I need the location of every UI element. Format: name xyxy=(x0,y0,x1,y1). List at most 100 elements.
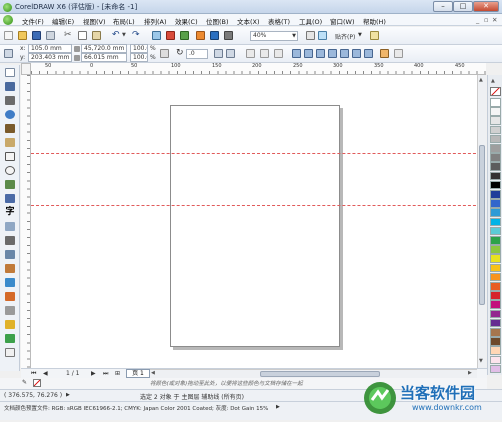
color-swatch[interactable] xyxy=(490,309,501,319)
prev-page-icon[interactable]: ◀ xyxy=(43,370,48,377)
color-profile-text[interactable]: 文档颜色预置文件: RGB: sRGB IEC61966-2.1; CMYK: … xyxy=(4,404,268,412)
zoom-level-field[interactable]: 40% ▼ xyxy=(250,31,298,41)
save-icon[interactable] xyxy=(32,31,41,40)
doc-minimize-button[interactable]: _ xyxy=(476,16,479,24)
crop-tool-icon[interactable] xyxy=(5,96,15,105)
mirror-vertical-icon[interactable] xyxy=(226,49,235,58)
front-minus-back-icon[interactable] xyxy=(340,49,349,58)
color-swatch[interactable] xyxy=(490,245,501,254)
snap-dropdown-arrow-icon[interactable]: ▼ xyxy=(358,32,362,38)
ungroup-icon[interactable] xyxy=(260,49,269,58)
menu-effects[interactable]: 效果(C) xyxy=(175,16,198,26)
color-swatch[interactable] xyxy=(490,254,501,263)
doc-restore-button[interactable]: ▫ xyxy=(484,16,488,24)
horizontal-ruler[interactable]: 50 0 50 100 150 200 250 300 350 400 450 xyxy=(31,63,486,75)
blend-tool-icon[interactable] xyxy=(5,264,15,273)
group-icon[interactable] xyxy=(246,49,255,58)
new-document-icon[interactable] xyxy=(4,31,13,40)
lock-ratio-icon[interactable] xyxy=(160,49,169,58)
color-swatch[interactable] xyxy=(490,162,501,171)
color-swatch[interactable] xyxy=(490,300,501,309)
color-swatch[interactable] xyxy=(490,346,501,355)
color-swatch[interactable] xyxy=(490,199,501,208)
width-field[interactable]: 45,720.0 mm xyxy=(81,44,127,53)
color-swatch[interactable] xyxy=(490,328,501,337)
doc-palette-none-swatch[interactable] xyxy=(33,379,41,387)
menu-file[interactable]: 文件(F) xyxy=(22,16,44,26)
horizontal-scrollbar[interactable]: ◀ ▶ xyxy=(150,369,477,378)
x-position-field[interactable]: 105.0 mm xyxy=(28,44,72,53)
color-swatch[interactable] xyxy=(490,236,501,245)
search-content-icon[interactable] xyxy=(152,31,161,40)
scroll-up-icon[interactable]: ▲ xyxy=(479,77,485,83)
paste-icon[interactable] xyxy=(92,31,101,40)
add-page-icon[interactable]: ⊞ xyxy=(115,370,120,377)
scale-y-field[interactable]: 100.0 xyxy=(130,53,148,62)
menu-bitmaps[interactable]: 位图(B) xyxy=(206,16,229,26)
color-swatch[interactable] xyxy=(490,355,501,365)
vertical-scrollbar[interactable]: ▲ ▼ xyxy=(477,75,486,368)
export-icon[interactable] xyxy=(180,31,189,40)
show-rulers-icon[interactable] xyxy=(318,31,327,40)
eyedropper-tool-icon[interactable] xyxy=(5,292,15,301)
redo-icon[interactable]: ↷ xyxy=(132,30,141,40)
document-page[interactable] xyxy=(170,105,340,347)
zoom-tool-icon[interactable] xyxy=(5,110,15,119)
rectangle-tool-icon[interactable] xyxy=(5,152,15,161)
coords-expand-icon[interactable]: ▶ xyxy=(66,392,70,398)
undo-dropdown-icon[interactable]: ▼ xyxy=(122,32,131,41)
guideline-horizontal-1[interactable] xyxy=(31,153,486,154)
color-swatch[interactable] xyxy=(490,116,501,125)
color-swatch[interactable] xyxy=(490,171,501,181)
undo-icon[interactable]: ↶ xyxy=(112,30,121,40)
rotation-angle-field[interactable]: .0 xyxy=(186,49,208,59)
create-boundary-icon[interactable] xyxy=(364,49,373,58)
cut-icon[interactable]: ✂ xyxy=(64,31,73,40)
color-swatch[interactable] xyxy=(490,144,501,153)
vertical-scroll-thumb[interactable] xyxy=(479,145,485,305)
copy-icon[interactable] xyxy=(78,31,87,40)
scroll-down-icon[interactable]: ▼ xyxy=(479,358,485,364)
page-tab-1[interactable]: 页 1 xyxy=(126,369,150,378)
color-swatch[interactable] xyxy=(490,318,501,328)
rotate-icon[interactable]: ↻ xyxy=(176,48,185,58)
intersect-icon[interactable] xyxy=(316,49,325,58)
color-swatch[interactable] xyxy=(490,337,501,346)
create-outline-icon[interactable] xyxy=(394,49,403,58)
menu-table[interactable]: 表格(T) xyxy=(268,16,290,26)
color-swatch[interactable] xyxy=(490,125,501,135)
color-swatch[interactable] xyxy=(490,208,501,217)
align-distribute-icon[interactable] xyxy=(380,49,389,58)
menu-arrange[interactable]: 排列(A) xyxy=(144,16,167,26)
palette-edit-icon[interactable]: ✎ xyxy=(22,379,27,386)
height-field[interactable]: 66.015 mm xyxy=(81,53,127,62)
menu-text[interactable]: 文本(X) xyxy=(237,16,260,26)
ruler-origin-icon[interactable] xyxy=(21,63,31,75)
polygon-tool-icon[interactable] xyxy=(5,180,15,189)
shape-tool-icon[interactable] xyxy=(5,82,15,91)
open-folder-icon[interactable] xyxy=(18,31,27,40)
color-swatch[interactable] xyxy=(490,364,501,374)
first-page-icon[interactable]: ⏮ xyxy=(31,370,36,378)
minimize-button[interactable]: – xyxy=(433,1,453,12)
scroll-left-icon[interactable]: ◀ xyxy=(151,370,155,376)
color-swatch[interactable] xyxy=(490,180,501,190)
text-tool-icon[interactable]: 字 xyxy=(5,208,15,217)
menu-help[interactable]: 帮助(H) xyxy=(363,16,386,26)
table-tool-icon[interactable] xyxy=(5,222,15,231)
scale-x-field[interactable]: 100.0 xyxy=(130,44,148,53)
ungroup-all-icon[interactable] xyxy=(274,49,283,58)
smart-fill-tool-icon[interactable] xyxy=(5,138,15,147)
color-swatch[interactable] xyxy=(490,98,501,107)
publish-pdf-icon[interactable] xyxy=(196,31,205,40)
mirror-horizontal-icon[interactable] xyxy=(214,49,223,58)
color-swatch[interactable] xyxy=(490,272,501,282)
application-launcher-icon[interactable] xyxy=(210,31,219,40)
pick-tool-icon[interactable] xyxy=(5,68,15,77)
last-page-icon[interactable]: ⏭ xyxy=(103,370,108,378)
menu-view[interactable]: 视图(V) xyxy=(83,16,106,26)
outline-pen-tool-icon[interactable] xyxy=(5,306,15,315)
basic-shapes-tool-icon[interactable] xyxy=(5,194,15,203)
connector-tool-icon[interactable] xyxy=(5,250,15,259)
color-swatch[interactable] xyxy=(490,226,501,236)
